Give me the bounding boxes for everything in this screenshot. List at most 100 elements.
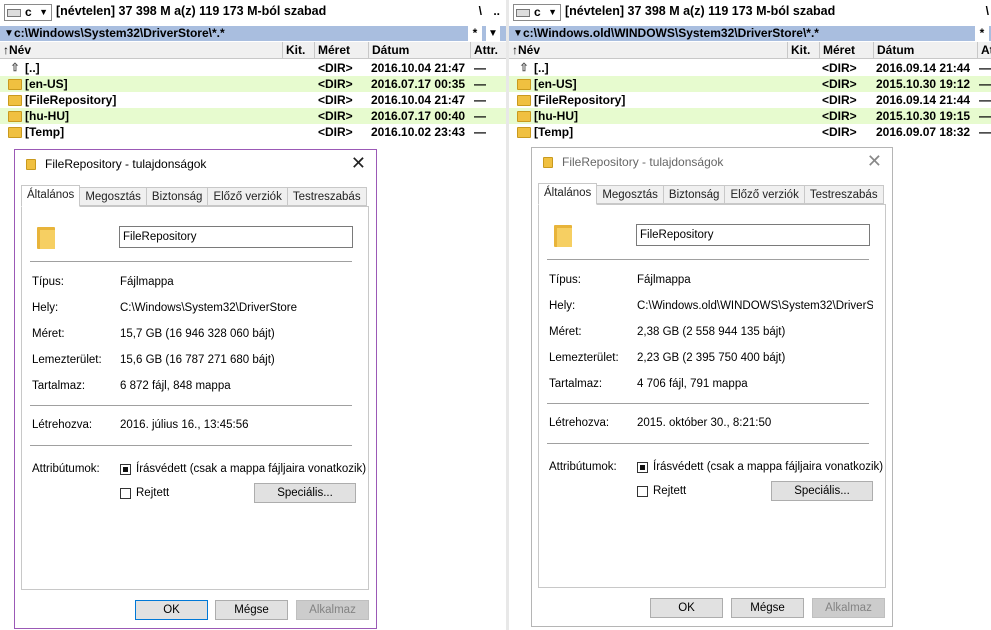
file-row[interactable]: [en-US] <DIR> 2016.07.17 00:35 — <box>0 76 506 92</box>
location-label: Hely: <box>32 302 59 314</box>
advanced-button[interactable]: Speciális... <box>771 481 873 501</box>
column-attr[interactable]: Attr. <box>470 42 506 58</box>
tab-security[interactable]: Biztonság <box>145 187 209 206</box>
file-name: [hu-HU] <box>534 109 578 123</box>
favorites-button[interactable]: * <box>468 26 482 41</box>
path-bar[interactable]: ▼ c:\Windows.old\WINDOWS\System32\Driver… <box>509 26 991 41</box>
tab-sharing[interactable]: Megosztás <box>79 187 147 206</box>
disk-size-value: 2,23 GB (2 395 750 400 bájt) <box>637 352 786 364</box>
tab-strip: Általános Megosztás Biztonság Előző verziók… <box>21 185 367 207</box>
file-row[interactable]: [FileRepository] <DIR> 2016.09.14 21:44 … <box>509 92 991 108</box>
close-icon[interactable]: ✕ <box>351 153 366 173</box>
column-attr[interactable]: At <box>977 42 991 58</box>
file-row[interactable]: [hu-HU] <DIR> 2016.07.17 00:40 — <box>0 108 506 124</box>
file-row[interactable]: [en-US] <DIR> 2015.10.30 19:12 — <box>509 76 991 92</box>
column-size[interactable]: Méret <box>314 42 368 58</box>
disk-size-value: 15,6 GB (16 787 271 680 bájt) <box>120 354 275 366</box>
folder-name-input[interactable]: FileRepository <box>636 224 870 246</box>
hidden-checkbox[interactable] <box>120 488 131 499</box>
close-icon[interactable]: ✕ <box>867 151 882 171</box>
ok-button[interactable]: OK <box>135 600 208 620</box>
apply-button[interactable]: Alkalmaz <box>812 598 885 618</box>
tab-general[interactable]: Általános <box>21 185 81 207</box>
attributes-label: Attribútumok: <box>32 463 100 475</box>
file-attr: — <box>979 93 991 107</box>
column-date[interactable]: Dátum <box>368 42 470 58</box>
history-arrow-icon[interactable]: ▼ <box>513 26 523 41</box>
file-row[interactable]: [Temp] <DIR> 2016.09.07 18:32 — <box>509 124 991 140</box>
root-dir-button[interactable]: \ <box>986 4 989 18</box>
folder-icon <box>37 225 55 249</box>
contains-value: 6 872 fájl, 848 mappa <box>120 380 231 392</box>
file-date: 2016.10.02 23:43 <box>371 125 466 139</box>
folder-name-input[interactable]: FileRepository <box>119 226 353 248</box>
history-arrow-icon[interactable]: ▼ <box>4 26 14 41</box>
file-date: 2016.09.14 21:44 <box>876 93 971 107</box>
properties-dialog-right[interactable]: FileRepository - tulajdonságok ✕ Általán… <box>531 147 893 627</box>
path-bar[interactable]: ▼ c:\Windows\System32\DriverStore\*.* * … <box>0 26 506 41</box>
disk-size-label: Lemezterület: <box>549 352 619 364</box>
location-value: C:\Windows\System32\DriverStore <box>120 302 298 314</box>
drive-icon <box>7 9 21 17</box>
location-label: Hely: <box>549 300 576 312</box>
tab-general[interactable]: Általános <box>538 183 598 205</box>
divider <box>547 259 869 260</box>
created-label: Létrehozva: <box>32 419 93 431</box>
drive-selector[interactable]: c ▼ <box>4 4 52 21</box>
file-size: <DIR> <box>318 77 353 91</box>
file-name: [en-US] <box>534 77 577 91</box>
root-dir-button[interactable]: \ <box>479 4 482 18</box>
tab-customize[interactable]: Testreszabás <box>803 185 884 204</box>
current-path: c:\Windows.old\WINDOWS\System32\DriverSt… <box>523 26 819 40</box>
file-name: [..] <box>25 61 40 75</box>
drive-selector[interactable]: c ▼ <box>513 4 561 21</box>
drive-bar: c ▼ [névtelen] 37 398 M a(z) 119 173 M-b… <box>509 0 991 24</box>
type-value: Fájlmappa <box>120 276 174 288</box>
file-row[interactable]: [hu-HU] <DIR> 2015.10.30 19:15 — <box>509 108 991 124</box>
type-label: Típus: <box>549 274 581 286</box>
column-ext[interactable]: Kit. <box>787 42 819 58</box>
general-tab-panel: FileRepository Típus: Fájlmappa Hely: C:… <box>21 206 369 590</box>
column-date[interactable]: Dátum <box>873 42 977 58</box>
cancel-button[interactable]: Mégse <box>731 598 804 618</box>
column-name[interactable]: ↑Név <box>509 42 787 58</box>
favorites-button[interactable]: * <box>975 26 989 41</box>
dialog-titlebar[interactable]: FileRepository - tulajdonságok ✕ <box>532 148 892 176</box>
tab-customize[interactable]: Testreszabás <box>286 187 367 206</box>
cancel-button[interactable]: Mégse <box>215 600 288 620</box>
contains-value: 4 706 fájl, 791 mappa <box>637 378 748 390</box>
folder-icon <box>554 223 572 247</box>
column-name[interactable]: ↑Név <box>0 42 282 58</box>
parent-dir-button[interactable]: .. <box>493 4 500 18</box>
properties-dialog-left[interactable]: FileRepository - tulajdonságok ✕ Általán… <box>14 149 377 629</box>
up-dir-icon: ⇧ <box>519 62 529 74</box>
advanced-button[interactable]: Speciális... <box>254 483 356 503</box>
attributes-label: Attribútumok: <box>549 461 617 473</box>
divider <box>30 445 352 446</box>
tab-security[interactable]: Biztonság <box>662 185 726 204</box>
file-row[interactable]: [FileRepository] <DIR> 2016.10.04 21:47 … <box>0 92 506 108</box>
apply-button[interactable]: Alkalmaz <box>296 600 369 620</box>
file-row[interactable]: ⇧ [..] <DIR> 2016.09.14 21:44 — <box>509 60 991 76</box>
file-name: [hu-HU] <box>25 109 69 123</box>
column-size[interactable]: Méret <box>819 42 873 58</box>
created-value: 2015. október 30., 8:21:50 <box>637 417 772 429</box>
ok-button[interactable]: OK <box>650 598 723 618</box>
up-dir-icon: ⇧ <box>10 62 20 74</box>
file-row[interactable]: [Temp] <DIR> 2016.10.02 23:43 — <box>0 124 506 140</box>
column-ext[interactable]: Kit. <box>282 42 314 58</box>
history-dropdown-icon[interactable]: ▼ <box>486 26 500 41</box>
tab-previous-versions[interactable]: Előző verziók <box>207 187 288 206</box>
readonly-checkbox[interactable] <box>637 462 648 473</box>
column-header: ↑Név Kit. Méret Dátum Attr. <box>0 42 506 59</box>
readonly-checkbox[interactable] <box>120 464 131 475</box>
dialog-titlebar[interactable]: FileRepository - tulajdonságok ✕ <box>15 150 376 178</box>
disk-size-label: Lemezterület: <box>32 354 102 366</box>
tab-sharing[interactable]: Megosztás <box>596 185 664 204</box>
size-value: 15,7 GB (16 946 328 060 bájt) <box>120 328 275 340</box>
file-date: 2016.07.17 00:40 <box>371 109 466 123</box>
tab-previous-versions[interactable]: Előző verziók <box>724 185 805 204</box>
divider <box>547 403 869 404</box>
file-row[interactable]: ⇧ [..] <DIR> 2016.10.04 21:47 — <box>0 60 506 76</box>
hidden-checkbox[interactable] <box>637 486 648 497</box>
